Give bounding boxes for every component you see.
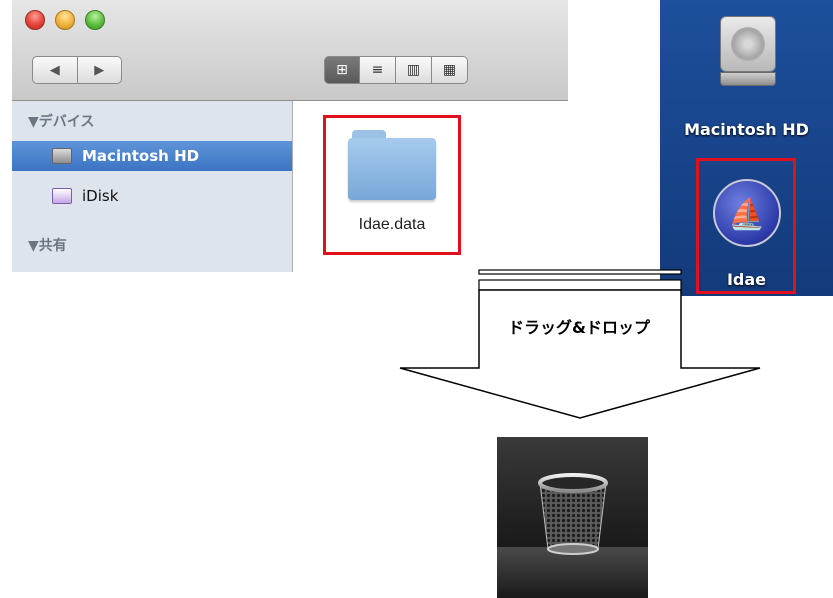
sidebar-item-idisk[interactable]: iDisk xyxy=(12,181,292,211)
list-view-button[interactable]: ≡ xyxy=(360,56,396,84)
forward-arrow-icon: ▶ xyxy=(94,62,105,78)
trash-can-icon xyxy=(538,473,608,555)
sidebar-item-label: Macintosh HD xyxy=(82,147,200,165)
sidebar-item-label: iDisk xyxy=(82,187,119,205)
coverflow-view-button[interactable]: ▦ xyxy=(432,56,468,84)
idae-app-icon[interactable]: ⛵ xyxy=(713,179,781,247)
back-button[interactable]: ◀ xyxy=(32,56,78,84)
sidebar-item-macintosh-hd[interactable]: Macintosh HD xyxy=(12,141,292,171)
zoom-button[interactable] xyxy=(85,10,105,30)
desktop-panel: Macintosh HD ⛵ Idae xyxy=(660,0,833,296)
finder-window: ◀ ▶ ⊞ ≡ ▥ ▦ ▼デバイス Macintosh HD iDisk ▼共有… xyxy=(12,0,568,272)
folder-icon[interactable] xyxy=(348,130,436,200)
ship-icon: ⛵ xyxy=(728,197,766,232)
drag-arrow xyxy=(399,269,761,419)
column-view-button[interactable]: ▥ xyxy=(396,56,432,84)
coverflow-view-icon: ▦ xyxy=(442,62,457,78)
finder-toolbar: ◀ ▶ ⊞ ≡ ▥ ▦ xyxy=(12,0,568,101)
folder-highlight[interactable]: Idae.data xyxy=(323,115,461,255)
icon-view-icon: ⊞ xyxy=(336,62,348,78)
finder-content-area: Idae.data xyxy=(293,101,568,272)
icon-view-button[interactable]: ⊞ xyxy=(324,56,360,84)
macintosh-hd-label: Macintosh HD xyxy=(684,120,809,139)
close-button[interactable] xyxy=(25,10,45,30)
nav-buttons: ◀ ▶ xyxy=(32,56,122,84)
forward-button[interactable]: ▶ xyxy=(77,56,122,84)
minimize-button[interactable] xyxy=(55,10,75,30)
shared-section-header[interactable]: ▼共有 xyxy=(28,235,67,255)
folder-label: Idae.data xyxy=(358,216,426,233)
finder-sidebar: ▼デバイス Macintosh HD iDisk ▼共有 xyxy=(12,101,293,272)
devices-section-header[interactable]: ▼デバイス xyxy=(28,111,94,131)
macintosh-hd-drive-icon[interactable] xyxy=(720,16,776,88)
trash-icon[interactable] xyxy=(497,437,648,598)
hard-drive-icon xyxy=(52,148,72,164)
drag-and-drop-label: ドラッグ&ドロップ xyxy=(508,318,650,337)
list-view-icon: ≡ xyxy=(371,62,384,78)
back-arrow-icon: ◀ xyxy=(49,62,60,78)
column-view-icon: ▥ xyxy=(406,62,421,78)
idisk-icon xyxy=(52,188,72,204)
view-mode-buttons: ⊞ ≡ ▥ ▦ xyxy=(324,56,468,84)
